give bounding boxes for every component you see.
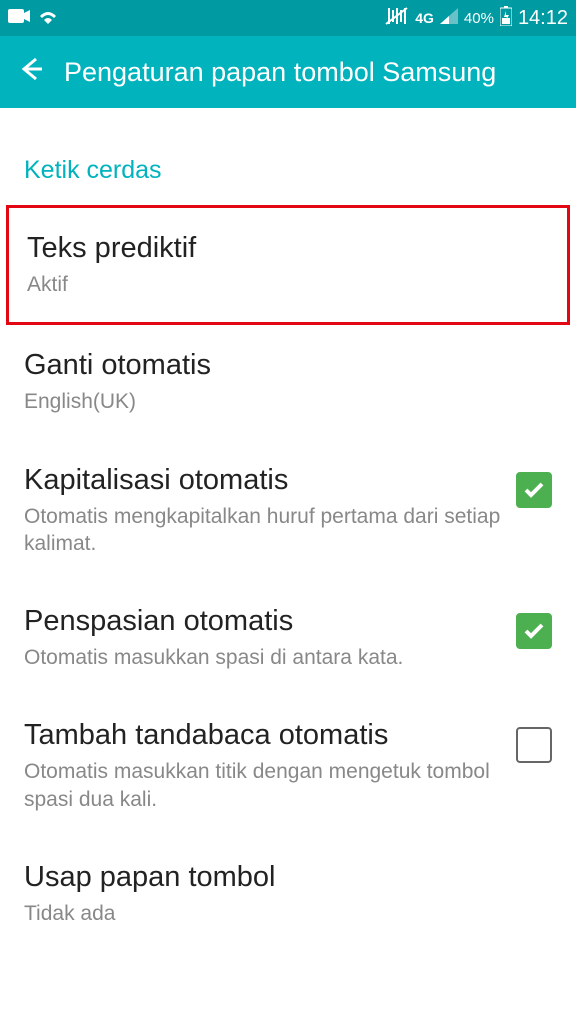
checkbox-auto-spacing[interactable] [516, 613, 552, 649]
setting-keyboard-swipe[interactable]: Usap papan tombol Tidak ada [24, 837, 552, 951]
setting-text: Kapitalisasi otomatis Otomatis mengkapit… [24, 464, 504, 558]
setting-subtitle: Aktif [27, 271, 549, 298]
setting-subtitle: Otomatis masukkan titik dengan mengetuk … [24, 758, 504, 813]
signal-icon [440, 8, 458, 29]
section-header: Ketik cerdas [24, 156, 552, 185]
page-title: Pengaturan papan tombol Samsung [64, 57, 496, 88]
setting-subtitle: Tidak ada [24, 900, 552, 927]
camera-icon [8, 9, 30, 28]
network-type: 4G [415, 10, 434, 26]
setting-text: Teks prediktif Aktif [27, 232, 549, 298]
battery-percent: 40% [464, 10, 494, 27]
setting-title: Tambah tandabaca otomatis [24, 719, 504, 752]
setting-text: Tambah tandabaca otomatis Otomatis masuk… [24, 719, 504, 813]
setting-predictive-text[interactable]: Teks prediktif Aktif [6, 205, 570, 325]
setting-auto-spacing[interactable]: Penspasian otomatis Otomatis masukkan sp… [24, 581, 552, 695]
setting-title: Ganti otomatis [24, 349, 552, 382]
setting-title: Usap papan tombol [24, 861, 552, 894]
setting-auto-punctuate[interactable]: Tambah tandabaca otomatis Otomatis masuk… [24, 695, 552, 837]
setting-subtitle: Otomatis masukkan spasi di antara kata. [24, 644, 504, 671]
setting-text: Usap papan tombol Tidak ada [24, 861, 552, 927]
settings-list: Ketik cerdas Teks prediktif Aktif Ganti … [0, 156, 576, 951]
setting-text: Penspasian otomatis Otomatis masukkan sp… [24, 605, 504, 671]
app-bar: Pengaturan papan tombol Samsung [0, 36, 576, 108]
status-left [8, 8, 58, 29]
checkbox-auto-capitalize[interactable] [516, 472, 552, 508]
checkbox-auto-punctuate[interactable] [516, 727, 552, 763]
setting-title: Penspasian otomatis [24, 605, 504, 638]
battery-icon [500, 6, 512, 31]
back-button[interactable] [16, 55, 44, 90]
status-bar: 4G 40% 14:12 [0, 0, 576, 36]
setting-subtitle: Otomatis mengkapitalkan huruf pertama da… [24, 503, 504, 558]
setting-text: Ganti otomatis English(UK) [24, 349, 552, 415]
setting-auto-replace[interactable]: Ganti otomatis English(UK) [24, 325, 552, 439]
setting-subtitle: English(UK) [24, 388, 552, 415]
setting-title: Kapitalisasi otomatis [24, 464, 504, 497]
setting-title: Teks prediktif [27, 232, 549, 265]
vibrate-icon [385, 6, 409, 31]
status-time: 14:12 [518, 7, 568, 30]
setting-auto-capitalize[interactable]: Kapitalisasi otomatis Otomatis mengkapit… [24, 440, 552, 582]
status-right: 4G 40% 14:12 [385, 6, 568, 31]
wifi-icon [38, 8, 58, 29]
